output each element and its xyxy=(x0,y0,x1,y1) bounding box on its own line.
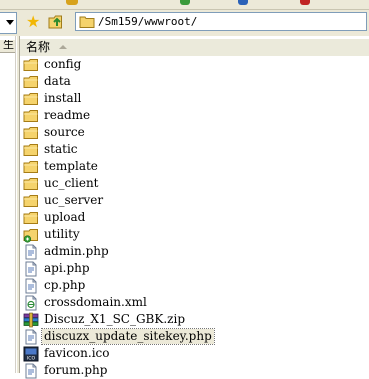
file-row[interactable]: forum.php xyxy=(20,362,109,379)
file-name: template xyxy=(44,159,98,173)
file-list[interactable]: config data install readme source static templ… xyxy=(20,56,369,378)
file-name: Discuz_X1_SC_GBK.zip xyxy=(44,312,185,326)
file-row[interactable]: cp.php xyxy=(20,277,87,294)
file-name: utility xyxy=(44,227,80,241)
file-name: discuzx_update_sitekey.php xyxy=(41,328,215,345)
file-row[interactable]: install xyxy=(20,90,83,107)
folder-icon xyxy=(79,15,95,28)
tree-header-label: 生 xyxy=(3,40,14,51)
folder-icon xyxy=(23,227,39,243)
file-name: uc_client xyxy=(44,176,99,190)
file-row[interactable]: utility xyxy=(20,226,82,243)
tree-pane-header[interactable]: 生 xyxy=(0,40,15,53)
folder-icon xyxy=(23,176,39,192)
column-header-name[interactable]: 名称 xyxy=(20,38,369,57)
file-name: readme xyxy=(44,108,91,122)
up-folder-icon[interactable] xyxy=(48,14,66,30)
file-name: upload xyxy=(44,210,86,224)
file-name: static xyxy=(44,142,78,156)
file-row[interactable]: Discuz_X1_SC_GBK.zip xyxy=(20,311,187,328)
file-row[interactable]: ICO favicon.ico xyxy=(20,345,111,362)
file-name: install xyxy=(44,91,82,105)
file-name: source xyxy=(44,125,85,139)
php-file-icon xyxy=(23,244,39,260)
archive-icon xyxy=(23,312,39,328)
php-file-icon xyxy=(23,363,39,379)
file-row[interactable]: data xyxy=(20,73,73,90)
file-row[interactable]: upload xyxy=(20,209,87,226)
sort-ascending-icon xyxy=(59,45,67,49)
file-row[interactable]: template xyxy=(20,158,100,175)
toolbar-strip xyxy=(0,0,369,10)
folder-icon xyxy=(23,142,39,158)
folder-icon xyxy=(23,193,39,209)
file-name: cp.php xyxy=(44,278,86,292)
address-path: /Sm159/wwwroot/ xyxy=(98,15,198,28)
file-name: api.php xyxy=(44,261,90,275)
file-row[interactable]: discuzx_update_sitekey.php xyxy=(20,328,215,345)
folder-icon xyxy=(23,125,39,141)
folder-icon xyxy=(23,108,39,124)
ico-file-icon: ICO xyxy=(23,346,39,362)
file-name: forum.php xyxy=(44,363,108,377)
file-row[interactable]: uc_client xyxy=(20,175,101,192)
file-row[interactable]: source xyxy=(20,124,87,141)
php-file-icon xyxy=(23,278,39,294)
file-name: favicon.ico xyxy=(44,346,110,360)
php-file-icon xyxy=(23,261,39,277)
svg-text:ICO: ICO xyxy=(27,355,36,361)
file-row[interactable]: api.php xyxy=(20,260,92,277)
folder-icon xyxy=(23,159,39,175)
folder-icon xyxy=(23,57,39,73)
address-input[interactable]: /Sm159/wwwroot/ xyxy=(75,12,367,31)
folder-icon xyxy=(23,74,39,90)
file-name: admin.php xyxy=(44,244,109,258)
toolbar-button-fragment[interactable] xyxy=(66,0,78,5)
file-row[interactable]: config xyxy=(20,56,83,73)
file-name: crossdomain.xml xyxy=(44,295,147,309)
left-dropdown[interactable] xyxy=(0,12,17,34)
star-icon[interactable]: ★ xyxy=(26,13,40,31)
php-file-icon xyxy=(23,329,39,345)
file-name: config xyxy=(44,57,82,71)
toolbar-button-fragment[interactable] xyxy=(300,0,310,5)
xml-file-icon xyxy=(23,295,39,311)
folder-icon xyxy=(23,210,39,226)
toolbar-button-fragment[interactable] xyxy=(180,0,190,5)
file-row[interactable]: readme xyxy=(20,107,92,124)
folder-icon xyxy=(23,91,39,107)
file-name: data xyxy=(44,74,71,88)
folder-tree-pane[interactable]: 生 xyxy=(0,36,16,373)
address-toolbar: ★ /Sm159/wwwroot/ xyxy=(0,10,369,36)
chevron-down-icon xyxy=(6,20,14,25)
file-name: uc_server xyxy=(44,193,104,207)
file-row[interactable]: crossdomain.xml xyxy=(20,294,149,311)
column-header-label: 名称 xyxy=(26,40,51,54)
file-row[interactable]: uc_server xyxy=(20,192,105,209)
toolbar-button-fragment[interactable] xyxy=(238,0,248,5)
file-row[interactable]: static xyxy=(20,141,80,158)
file-row[interactable]: admin.php xyxy=(20,243,111,260)
